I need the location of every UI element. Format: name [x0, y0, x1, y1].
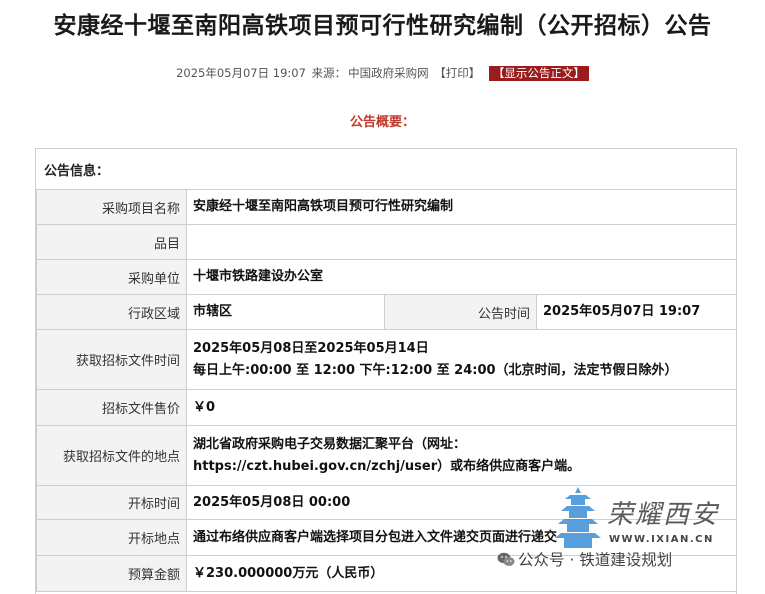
table-row: 招标文件售价 ￥0: [36, 389, 738, 426]
row-label: 获取招标文件的地点: [36, 425, 187, 486]
doc-acquire-place-value: 湖北省政府采购电子交易数据汇聚平台（网址： https://czt.hubei.…: [185, 425, 738, 486]
table-row: 获取招标文件的地点 湖北省政府采购电子交易数据汇聚平台（网址： https://…: [36, 425, 738, 486]
doc-place-url[interactable]: https://czt.hubei.gov.cn/zchj/user）或布络供应…: [193, 456, 730, 478]
doc-acquire-date-range: 2025年05月08日至2025年05月14日: [193, 340, 429, 356]
table-row: 采购单位 十堰市铁路建设办公室: [36, 259, 738, 295]
purchaser-value: 十堰市铁路建设办公室: [185, 259, 738, 295]
show-full-notice-button[interactable]: 【显示公告正文】: [488, 66, 589, 81]
row-label: 采购单位: [36, 259, 187, 295]
row-label: 开标地点: [36, 519, 187, 556]
row-label: 公告时间: [384, 294, 537, 330]
source-label: 来源：: [311, 66, 347, 80]
doc-acquire-time-value: 2025年05月08日至2025年05月14日 每日上午:00:00 至 12:…: [185, 329, 738, 390]
row-label: 行政区域: [36, 294, 187, 330]
publish-date: 2025年05月07日 19:07: [176, 66, 306, 80]
row-label: 招标文件售价: [36, 389, 187, 426]
summary-heading: 公告概要：: [349, 115, 415, 130]
table-row: 获取招标文件时间 2025年05月08日至2025年05月14日 每日上午:00…: [36, 329, 738, 390]
category-value: [185, 224, 738, 260]
row-label: 获取招标文件时间: [36, 329, 187, 390]
wechat-icon: [497, 552, 515, 566]
wechat-account-name: 公众号 · 铁道建设规划: [518, 551, 673, 569]
article-meta: 2025年05月07日 19:07 来源： 中国政府采购网 【打印】 【显示公告正…: [0, 65, 765, 81]
row-label: 品目: [36, 224, 187, 260]
region-value: 市辖区: [186, 294, 385, 330]
watermark-brand: 荣耀西安: [607, 500, 720, 530]
source-name: 中国政府采购网: [348, 66, 429, 80]
table-row: 采购项目名称 安康经十堰至南阳高铁项目预可行性研究编制: [36, 189, 738, 225]
page-title: 安康经十堰至南阳高铁项目预可行性研究编制（公开招标）公告: [53, 13, 712, 39]
row-label: 采购项目名称: [36, 189, 187, 225]
notice-time-value: 2025年05月07日 19:07: [535, 294, 738, 330]
info-heading: 公告信息：: [44, 164, 110, 179]
table-row: 品目: [36, 224, 738, 260]
pagoda-logo-icon: [555, 487, 601, 548]
row-label: 预算金额: [36, 555, 187, 592]
watermark: 荣耀西安 WWW.IXIAN.CN 公众号 · 铁道建设规划: [497, 482, 760, 588]
doc-place-line1: 湖北省政府采购电子交易数据汇聚平台（网址：: [193, 436, 467, 452]
table-row: 行政区域 市辖区 公告时间 2025年05月07日 19:07: [36, 294, 738, 330]
row-label: 开标时间: [36, 485, 187, 520]
doc-price-value: ￥0: [185, 389, 738, 426]
watermark-url: WWW.IXIAN.CN: [609, 534, 714, 545]
doc-acquire-daily-hours: 每日上午:00:00 至 12:00 下午:12:00 至 24:00（北京时间…: [193, 362, 678, 378]
wechat-account-label: 公众号 · 铁道建设规划: [497, 548, 672, 570]
print-link[interactable]: 【打印】: [434, 66, 480, 80]
project-name-value: 安康经十堰至南阳高铁项目预可行性研究编制: [185, 189, 738, 225]
